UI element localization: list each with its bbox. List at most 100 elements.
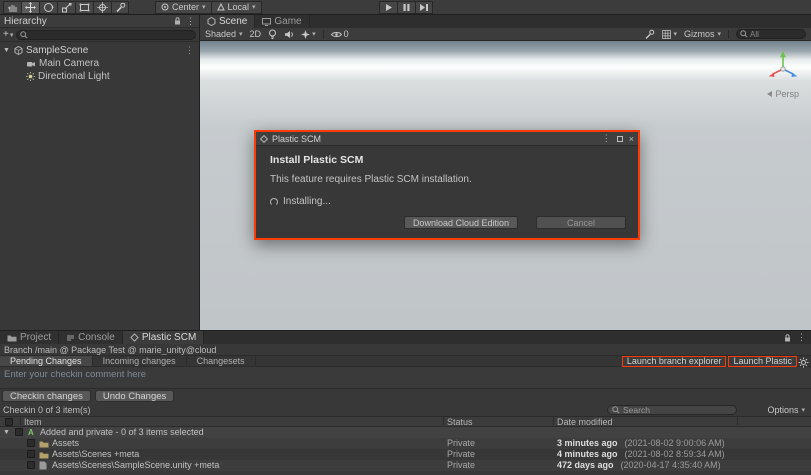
checkin-changes-button[interactable]: Checkin changes bbox=[2, 390, 91, 402]
tools-icon[interactable] bbox=[644, 29, 655, 40]
tab-incoming-changes[interactable]: Incoming changes bbox=[93, 356, 187, 366]
rotate-tool-button[interactable] bbox=[39, 1, 57, 14]
eye-icon bbox=[331, 31, 342, 38]
table-row[interactable]: Assets Private 3 minutes ago(2021-08-02 … bbox=[0, 438, 811, 449]
checkin-comment-input[interactable] bbox=[0, 367, 811, 387]
group-row[interactable]: ▼ A Added and private - 0 of 3 items sel… bbox=[0, 427, 811, 438]
tab-console[interactable]: Console bbox=[59, 331, 123, 344]
table-row[interactable]: Assets\Scenes +meta Private 4 minutes ag… bbox=[0, 449, 811, 460]
chevron-down-icon: ▾ bbox=[10, 31, 14, 39]
chevron-down-icon: ▾ bbox=[202, 3, 206, 11]
close-icon[interactable]: × bbox=[629, 134, 634, 144]
tab-game[interactable]: Game bbox=[255, 15, 309, 28]
items-search-field[interactable] bbox=[607, 405, 737, 415]
project-icon bbox=[7, 334, 17, 342]
select-all-checkbox[interactable] bbox=[5, 418, 13, 426]
tree-row-directional-light[interactable]: Directional Light bbox=[0, 70, 199, 83]
rect-tool-button[interactable] bbox=[75, 1, 93, 14]
tree-row-main-camera[interactable]: Main Camera bbox=[0, 57, 199, 70]
tab-changesets[interactable]: Changesets bbox=[187, 356, 256, 366]
camera-icon bbox=[26, 60, 36, 68]
kebab-menu-icon[interactable]: ⋮ bbox=[186, 16, 195, 27]
kebab-menu-icon[interactable]: ⋮ bbox=[797, 332, 806, 343]
camera-view-dropdown[interactable]: ▾ bbox=[662, 30, 677, 39]
kebab-menu-icon[interactable]: ⋮ bbox=[185, 45, 199, 56]
scene-toolbar: Shaded▾ 2D ▾ 0 ▾ Gizmos▾ bbox=[200, 28, 811, 41]
bulb-icon bbox=[268, 29, 277, 39]
scene-visibility-toggle[interactable]: 0 bbox=[331, 29, 349, 39]
item-status: Private bbox=[447, 438, 475, 449]
tab-pending-changes[interactable]: Pending Changes bbox=[0, 356, 93, 366]
effects-dropdown[interactable]: ▾ bbox=[301, 30, 316, 39]
group-expand-arrow[interactable]: ▼ bbox=[3, 427, 11, 438]
light-icon bbox=[26, 72, 35, 81]
column-divider[interactable] bbox=[443, 417, 444, 425]
options-dropdown[interactable]: Options▾ bbox=[767, 405, 805, 415]
pivot-toggle-button[interactable]: Center ▾ bbox=[155, 1, 211, 14]
2d-toggle[interactable]: 2D bbox=[250, 29, 262, 39]
scene-search-field[interactable] bbox=[736, 29, 806, 39]
play-icon bbox=[384, 3, 393, 12]
lock-icon[interactable] bbox=[784, 334, 791, 342]
hand-tool-icon bbox=[7, 2, 18, 13]
cancel-button[interactable]: Cancel bbox=[536, 216, 626, 229]
tab-project[interactable]: Project bbox=[0, 331, 59, 344]
search-icon bbox=[740, 30, 748, 38]
search-icon bbox=[20, 31, 28, 39]
hand-tool-button[interactable] bbox=[3, 1, 21, 14]
scene-search-input[interactable] bbox=[750, 30, 802, 39]
kebab-menu-icon[interactable]: ⋮ bbox=[602, 133, 611, 144]
dialog-heading: Install Plastic SCM bbox=[270, 154, 624, 166]
added-status-icon: A bbox=[28, 427, 34, 438]
row-checkbox[interactable] bbox=[27, 461, 35, 469]
draw-mode-dropdown[interactable]: Shaded▾ bbox=[205, 29, 243, 39]
grid-icon bbox=[662, 30, 671, 39]
audio-toggle[interactable] bbox=[284, 30, 294, 39]
chevron-down-icon: ▾ bbox=[312, 30, 316, 38]
row-checkbox[interactable] bbox=[27, 450, 35, 458]
play-button[interactable] bbox=[379, 1, 397, 14]
maximize-icon[interactable] bbox=[617, 136, 623, 142]
object-label: Main Camera bbox=[39, 58, 99, 69]
scene-viewport[interactable]: Persp Plastic SCM ⋮ × Install Pla bbox=[200, 41, 811, 330]
items-search-input[interactable] bbox=[623, 405, 732, 415]
tree-row-scene[interactable]: ▼ SampleScene ⋮ bbox=[0, 44, 199, 57]
column-divider[interactable] bbox=[737, 417, 738, 425]
download-cloud-edition-button[interactable]: Download Cloud Edition bbox=[404, 216, 518, 229]
tab-plastic-scm[interactable]: Plastic SCM bbox=[123, 331, 204, 344]
scene-file-icon bbox=[39, 461, 47, 470]
undo-changes-button[interactable]: Undo Changes bbox=[95, 390, 174, 402]
checkin-summary-row: Checkin 0 of 3 item(s) Options▾ bbox=[0, 403, 811, 416]
lock-icon[interactable] bbox=[174, 17, 181, 25]
pause-icon bbox=[402, 3, 411, 12]
tab-scene[interactable]: Scene bbox=[200, 15, 255, 28]
lighting-toggle[interactable] bbox=[268, 29, 277, 39]
orientation-gizmo[interactable] bbox=[763, 48, 803, 88]
column-divider[interactable] bbox=[20, 417, 21, 425]
move-tool-button[interactable] bbox=[21, 1, 39, 14]
plastic-scm-icon bbox=[130, 333, 139, 342]
pivot-space-group: Center ▾ Local ▾ bbox=[155, 1, 262, 14]
launch-branch-explorer-button[interactable]: Launch branch explorer bbox=[622, 356, 727, 367]
group-checkbox[interactable] bbox=[15, 428, 23, 436]
table-row[interactable]: Assets\Scenes\SampleScene.unity +meta Pr… bbox=[0, 460, 811, 471]
scene-tabbar: Scene Game bbox=[200, 15, 811, 28]
create-object-button[interactable]: +▾ bbox=[3, 29, 13, 40]
scale-tool-button[interactable] bbox=[57, 1, 75, 14]
pause-button[interactable] bbox=[397, 1, 415, 14]
hierarchy-tree: ▼ SampleScene ⋮ Main Camera Directional … bbox=[0, 42, 199, 83]
settings-button[interactable] bbox=[798, 357, 809, 368]
console-icon bbox=[66, 334, 75, 342]
step-button[interactable] bbox=[415, 1, 433, 14]
hierarchy-search-field[interactable] bbox=[16, 30, 196, 40]
launch-plastic-button[interactable]: Launch Plastic bbox=[728, 356, 797, 367]
gizmos-dropdown[interactable]: Gizmos▾ bbox=[684, 29, 721, 39]
expand-arrow-icon[interactable]: ▼ bbox=[3, 47, 11, 54]
custom-tool-button[interactable] bbox=[111, 1, 129, 14]
column-divider[interactable] bbox=[553, 417, 554, 425]
perspective-toggle[interactable]: Persp bbox=[767, 89, 799, 99]
space-toggle-button[interactable]: Local ▾ bbox=[211, 1, 262, 14]
hierarchy-search-input[interactable] bbox=[30, 30, 192, 39]
transform-tool-button[interactable] bbox=[93, 1, 111, 14]
row-checkbox[interactable] bbox=[27, 439, 35, 447]
